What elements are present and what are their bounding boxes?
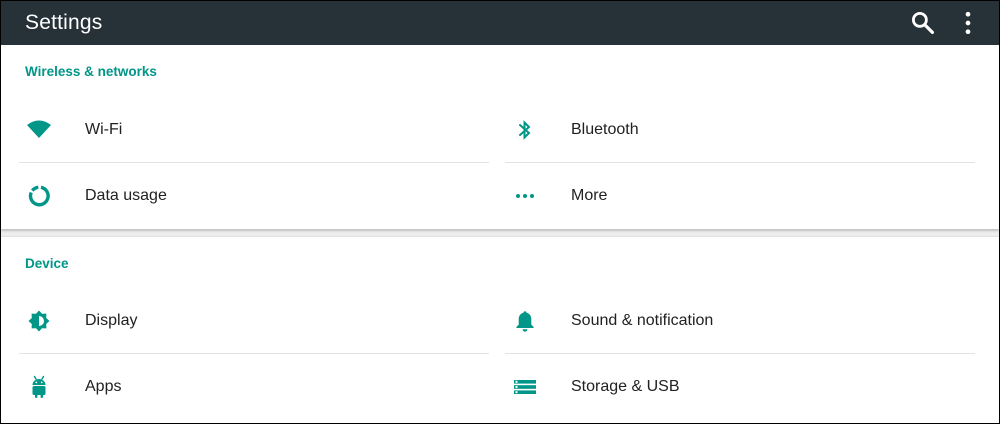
tile-wifi[interactable]: Wi-Fi [19,98,489,163]
tile-label: Bluetooth [571,121,639,138]
more-horiz-icon [505,184,545,208]
tile-label: Wi-Fi [85,121,123,138]
category-title-device: Device [25,256,69,271]
tile-label: Storage & USB [571,378,680,395]
overflow-menu-icon [965,11,971,35]
tile-apps[interactable]: Apps [19,355,489,419]
page-title: Settings [25,11,103,34]
tile-storage-usb[interactable]: Storage & USB [505,355,975,419]
tile-data-usage[interactable]: Data usage [19,164,489,228]
storage-icon [505,375,545,399]
tile-label: Sound & notification [571,312,714,329]
brightness-icon [19,309,59,333]
tile-label: Display [85,312,138,329]
data-usage-icon [19,184,59,208]
tile-bluetooth[interactable]: Bluetooth [505,98,975,163]
app-toolbar: Settings [1,1,999,45]
bell-icon [505,309,545,333]
category-title-wireless: Wireless & networks [25,64,157,79]
wifi-icon [19,118,59,142]
tile-label: More [571,187,608,204]
category-device: Device Display Sound & notification Apps… [1,237,999,423]
search-button[interactable] [908,8,938,38]
tile-sound-notification[interactable]: Sound & notification [505,289,975,354]
android-icon [19,375,59,399]
tile-label: Data usage [85,187,167,204]
tile-more[interactable]: More [505,164,975,228]
settings-window: Settings Wireless & networks Wi-Fi Bluet… [0,0,1000,424]
overflow-menu-button[interactable] [953,8,983,38]
tile-display[interactable]: Display [19,289,489,354]
category-wireless-networks: Wireless & networks Wi-Fi Bluetooth Data… [1,45,999,229]
bluetooth-icon [505,118,545,142]
search-icon [912,12,934,34]
tile-label: Apps [85,378,122,395]
